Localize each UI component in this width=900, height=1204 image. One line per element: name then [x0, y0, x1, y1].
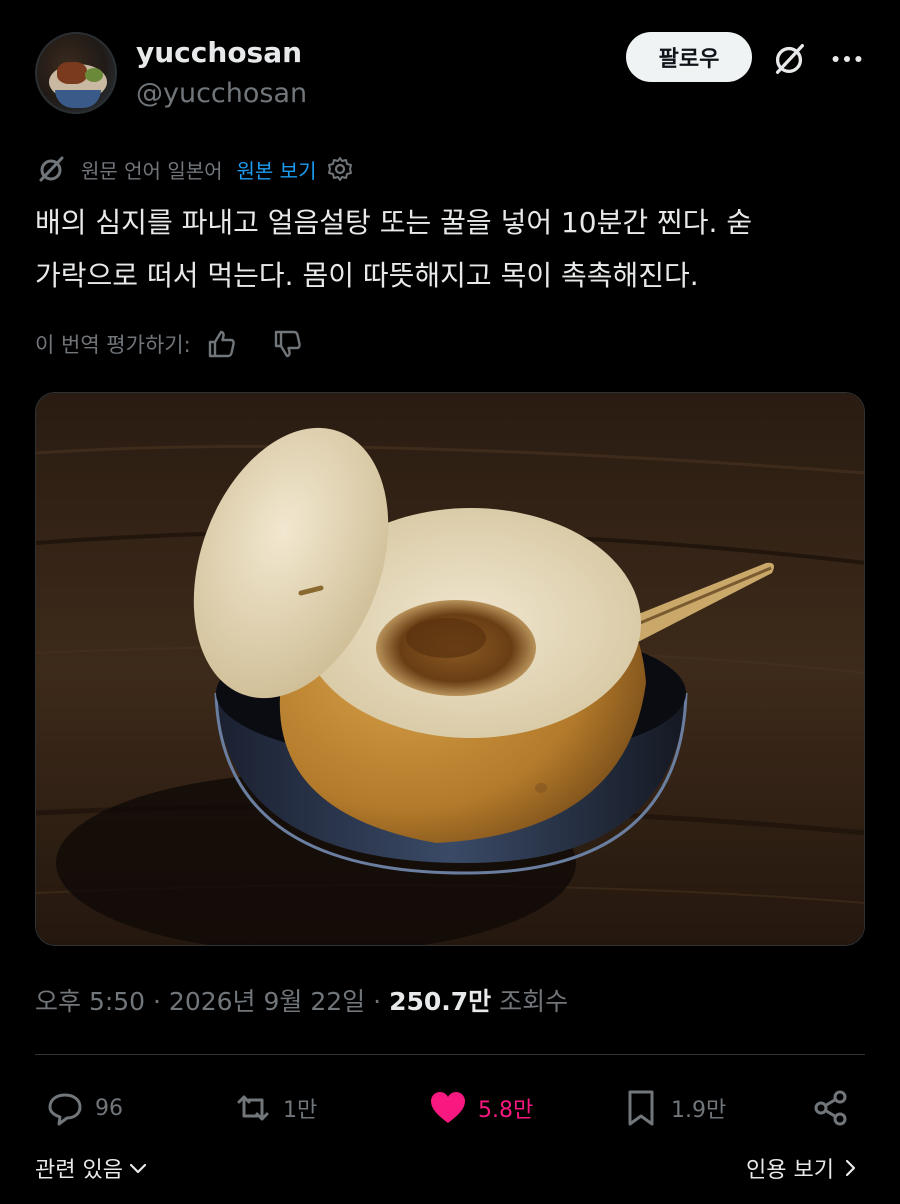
- translation-bar: 원문 언어 일본어 원본 보기: [35, 152, 354, 186]
- post-text-line: 배의 심지를 파내고 얼음설탕 또는 꿀을 넣어 10분간 찐다. 숟: [35, 206, 753, 239]
- thumbs-down-icon[interactable]: [271, 327, 305, 361]
- avatar[interactable]: [35, 32, 117, 114]
- post-header: yucchosan @yucchosan 팔로우: [0, 0, 900, 140]
- view-label: 조회수: [499, 987, 569, 1016]
- bookmark-button[interactable]: 1.9만: [621, 1086, 726, 1130]
- view-count: 250.7만: [389, 987, 492, 1016]
- source-language-label: 원문 언어 일본어: [81, 158, 223, 183]
- like-button[interactable]: 5.8만: [428, 1086, 533, 1130]
- repost-icon: [237, 1095, 269, 1121]
- thumbs-up-icon[interactable]: [205, 327, 239, 361]
- more-icon[interactable]: [828, 42, 866, 76]
- view-original-link[interactable]: 원본 보기: [237, 155, 317, 184]
- post-photo[interactable]: [35, 392, 865, 946]
- related-toggle[interactable]: 관련 있음: [35, 1152, 149, 1184]
- share-button[interactable]: [811, 1086, 851, 1130]
- quotes-label: 인용 보기: [746, 1158, 834, 1183]
- translate-icon: [39, 156, 64, 182]
- user-handle[interactable]: @yucchosan: [136, 78, 307, 109]
- chevron-right-icon: [845, 1159, 856, 1177]
- rate-label: 이 번역 평가하기:: [35, 333, 191, 357]
- pear-dessert-image: [36, 393, 864, 945]
- related-label: 관련 있음: [35, 1158, 123, 1183]
- gear-icon[interactable]: [326, 155, 354, 183]
- action-bar: 96 1만 5.8만 1.9만: [35, 1080, 865, 1134]
- post-text-line: 가락으로 떠서 먹는다. 몸이 따뜻해지고 목이 촉촉해진다.: [35, 259, 699, 292]
- bookmark-icon: [628, 1090, 654, 1126]
- follow-button[interactable]: 팔로우: [626, 32, 752, 82]
- grok-icon[interactable]: [770, 40, 808, 78]
- like-count: 5.8만: [478, 1098, 534, 1123]
- reply-button[interactable]: 96: [45, 1086, 123, 1130]
- view-quotes-link[interactable]: 인용 보기: [746, 1152, 860, 1184]
- post-meta: 오후 5:50 · 2026년 9월 22일 · 250.7만 조회수: [35, 982, 568, 1018]
- heart-icon: [431, 1092, 465, 1123]
- rate-translation: 이 번역 평가하기:: [35, 326, 305, 362]
- repost-button[interactable]: 1만: [233, 1086, 317, 1130]
- share-icon: [814, 1090, 847, 1126]
- post-text: 배의 심지를 파내고 얼음설탕 또는 꿀을 넣어 10분간 찐다. 숟 가락으로…: [35, 196, 865, 302]
- avatar-garnish: [85, 68, 103, 82]
- bookmark-count: 1.9만: [671, 1098, 727, 1123]
- display-name[interactable]: yucchosan: [136, 36, 302, 69]
- reply-count: 96: [95, 1095, 123, 1121]
- reply-icon: [48, 1093, 82, 1126]
- avatar-bowl: [55, 90, 101, 108]
- avatar-food: [57, 62, 87, 84]
- chevron-down-icon: [129, 1163, 147, 1174]
- divider: [35, 1054, 865, 1055]
- timestamp[interactable]: 오후 5:50 · 2026년 9월 22일 ·: [35, 982, 381, 1018]
- repost-count: 1만: [283, 1098, 318, 1123]
